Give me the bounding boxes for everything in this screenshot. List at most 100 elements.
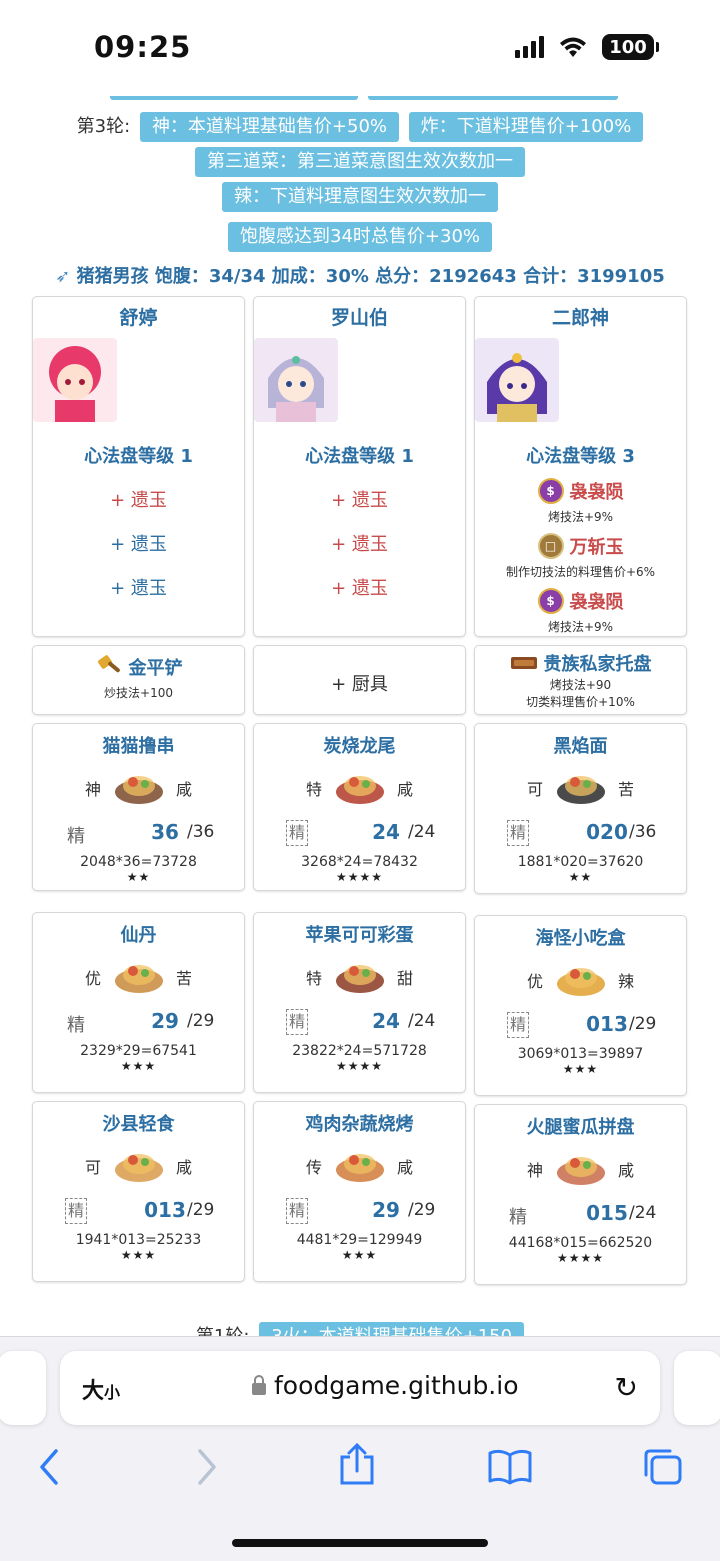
equip-card[interactable]: 贵族私家托盘 烤技法+90 切类料理售价+10% <box>474 645 687 715</box>
tabs-icon[interactable] <box>642 1447 684 1487</box>
dish-meta: 神咸 <box>33 762 244 810</box>
jade-slot[interactable]: + 遗玉 <box>254 530 465 556</box>
gem-slot[interactable]: □ 万斩玉 <box>475 533 686 559</box>
quantity-input[interactable]: 013 <box>139 1198 191 1222</box>
dish-rank: 传 <box>306 1158 323 1177</box>
page-content: 第3轮: 神：本道料理基础售价+50% 炸：下道料理售价+100% 第三道菜：第… <box>0 96 720 1336</box>
round-label: 第3轮: <box>76 116 131 137</box>
reader-text-size-button[interactable]: 大小 <box>82 1373 120 1405</box>
cut-chip <box>110 96 358 100</box>
dish-card[interactable]: 火腿蜜瓜拼盘神咸精 015/24 44168*015=662520 ★★★★ <box>474 1104 687 1285</box>
quantity-input[interactable]: 015 <box>581 1201 633 1225</box>
dish-rank: 特 <box>306 780 323 799</box>
chef-avatar <box>254 338 338 422</box>
refine-toggle[interactable]: 精 <box>286 820 309 846</box>
add-utensil-button[interactable]: + 厨具 <box>253 645 466 715</box>
share-icon[interactable] <box>338 1443 376 1487</box>
address-bar[interactable]: 大小 foodgame.github.io ↻ <box>60 1351 660 1425</box>
chef-card[interactable]: 二郎神 心法盘等级 3 $ 袅袅陨 烤技法+9% □ 万斩玉 制作切技法的料理售… <box>474 296 687 637</box>
browser-nav <box>0 1435 720 1505</box>
dish-card[interactable]: 海怪小吃盒优辣精 013/29 3069*013=39897 ★★★ <box>474 915 687 1096</box>
dish-rank: 优 <box>85 969 102 988</box>
round3-row3: 辣：下道料理意图生效次数加一 <box>0 182 720 212</box>
add-utensil-label: + 厨具 <box>331 674 388 695</box>
reload-icon[interactable]: ↻ <box>615 1371 638 1404</box>
url-display[interactable]: foodgame.github.io <box>252 1371 519 1400</box>
dish-card[interactable]: 黑焰面可苦精 020/36 1881*020=37620 ★★ <box>474 723 687 894</box>
refine-toggle[interactable]: 精 <box>286 1198 309 1224</box>
effect-chip: 第三道菜：第三道菜意图生效次数加一 <box>195 147 525 177</box>
quantity-input[interactable]: 020 <box>581 820 633 844</box>
star-rating: ★★ <box>126 870 151 884</box>
gem-icon: $ <box>537 478 564 504</box>
dish-name: 火腿蜜瓜拼盘 <box>526 1117 635 1138</box>
dish-image <box>114 965 163 993</box>
jade-slot[interactable]: + 遗玉 <box>33 530 244 556</box>
next-tab-preview[interactable] <box>674 1351 720 1425</box>
star-rating: ★★★ <box>341 1248 378 1262</box>
refine-toggle[interactable]: 精 <box>65 1198 88 1224</box>
star-rating: ★★★★ <box>556 1251 605 1265</box>
dish-quantity: 精 29/29 <box>33 1005 244 1041</box>
dish-card[interactable]: 仙丹优苦精 29/29 2329*29=67541 ★★★ <box>32 912 245 1093</box>
jade-slot[interactable]: + 遗玉 <box>33 486 244 512</box>
jade-slot[interactable]: + 遗玉 <box>254 486 465 512</box>
dish-meta: 可咸 <box>33 1140 244 1188</box>
dish-quantity: 精 36/36 <box>33 816 244 852</box>
jade-slot[interactable]: + 遗玉 <box>254 574 465 600</box>
refine-toggle[interactable]: 精 <box>507 1012 530 1038</box>
effect-chip: 辣：下道料理意图生效次数加一 <box>222 182 498 212</box>
quantity-input[interactable]: 013 <box>581 1012 633 1036</box>
price-formula: 2048*36=73728 <box>80 854 197 870</box>
dish-quantity: 精 013/29 <box>475 1008 686 1044</box>
dish-card[interactable]: 炭烧龙尾特咸精 24/24 3268*24=78432 ★★★★ <box>253 723 466 891</box>
quantity-input[interactable]: 29 <box>139 1009 191 1033</box>
price-formula: 1881*020=37620 <box>517 854 644 870</box>
quantity-input[interactable]: 29 <box>360 1198 412 1222</box>
effect-chip: 饱腹感达到34时总售价+30% <box>228 222 492 252</box>
quantity-input[interactable]: 36 <box>139 820 191 844</box>
dish-taste: 咸 <box>175 780 192 799</box>
dish-quantity: 精 013/29 <box>33 1194 244 1230</box>
dish-taste: 咸 <box>396 780 413 799</box>
equip-card[interactable]: 金平铲 炒技法+100 <box>32 645 245 715</box>
dish-card[interactable]: 鸡肉杂蔬烧烤传咸精 29/29 4481*29=129949 ★★★ <box>253 1101 466 1282</box>
prev-tab-preview[interactable] <box>0 1351 46 1425</box>
refine-toggle[interactable]: 精 <box>507 1203 529 1229</box>
dish-card[interactable]: 沙县轻食可咸精 013/29 1941*013=25233 ★★★ <box>32 1101 245 1282</box>
gem-slot[interactable]: $ 袅袅陨 <box>475 588 686 614</box>
jade-slot[interactable]: + 遗玉 <box>33 574 244 600</box>
chef-avatar <box>33 338 117 422</box>
chef-card[interactable]: 舒婷 心法盘等级 1 + 遗玉 + 遗玉 + 遗玉 <box>32 296 245 637</box>
dish-image <box>335 965 384 993</box>
quantity-max: /29 <box>187 1011 215 1031</box>
dish-card[interactable]: 猫猫撸串神咸精 36/36 2048*36=73728 ★★ <box>32 723 245 891</box>
chef-card[interactable]: 罗山伯 心法盘等级 1 + 遗玉 + 遗玉 + 遗玉 <box>253 296 466 637</box>
mind-level: 心法盘等级 1 <box>84 446 193 467</box>
star-rating: ★★★★ <box>335 1059 384 1073</box>
price-formula: 4481*29=129949 <box>296 1232 423 1248</box>
quantity-input[interactable]: 24 <box>360 820 412 844</box>
signal-icon <box>515 36 544 58</box>
refine-toggle[interactable]: 精 <box>65 822 87 848</box>
refine-toggle[interactable]: 精 <box>286 1009 309 1035</box>
dish-name: 猫猫撸串 <box>102 736 175 757</box>
forward-icon[interactable] <box>194 1447 218 1487</box>
status-bar: 09:25 100 <box>0 0 720 96</box>
price-formula: 3268*24=78432 <box>301 854 418 870</box>
price-formula: 3069*013=39897 <box>517 1046 644 1062</box>
bookmarks-icon[interactable] <box>488 1449 532 1485</box>
refine-toggle[interactable]: 精 <box>65 1011 87 1037</box>
dish-meta: 特咸 <box>254 762 465 810</box>
quantity-input[interactable]: 24 <box>360 1009 412 1033</box>
gem-slot[interactable]: $ 袅袅陨 <box>475 478 686 504</box>
refine-toggle[interactable]: 精 <box>507 820 530 846</box>
dish-meta: 特甜 <box>254 951 465 999</box>
round3-row2: 第三道菜：第三道菜意图生效次数加一 <box>0 147 720 177</box>
status-time: 09:25 <box>94 30 192 64</box>
back-icon[interactable] <box>38 1447 62 1487</box>
dish-card[interactable]: 苹果可可彩蛋特甜精 24/24 23822*24=571728 ★★★★ <box>253 912 466 1093</box>
quantity-max: /36 <box>187 822 215 842</box>
dish-taste: 甜 <box>396 969 413 988</box>
dish-quantity: 精 24/24 <box>254 816 465 852</box>
